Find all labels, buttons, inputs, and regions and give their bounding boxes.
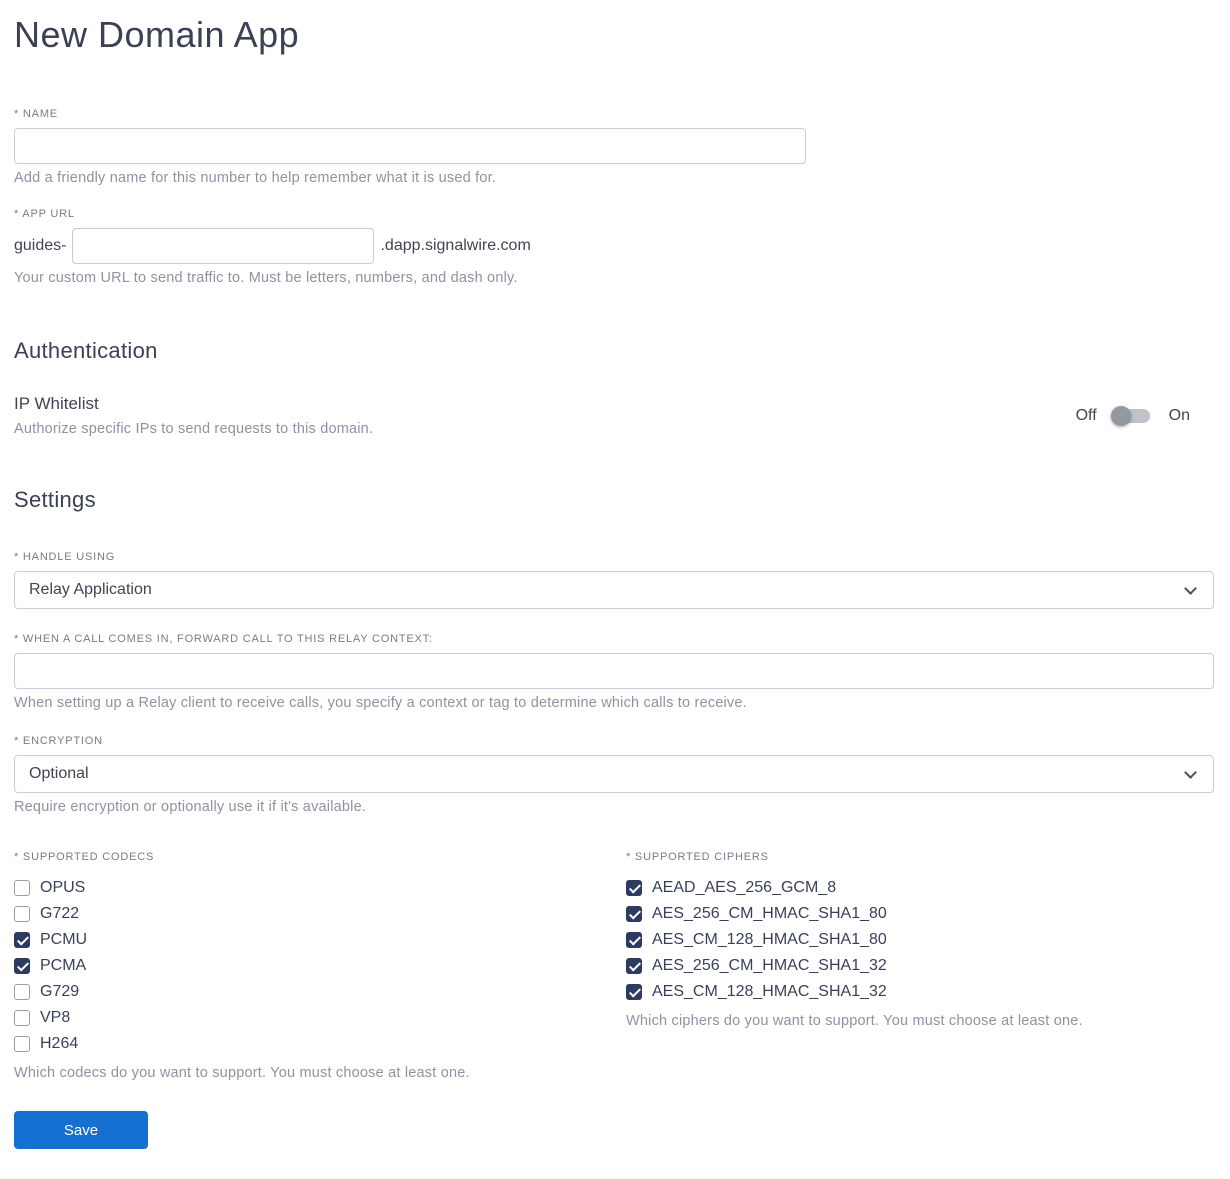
ip-whitelist-toggle-group: Off On [1076,405,1190,427]
ciphers-list: AEAD_AES_256_GCM_8 AES_256_CM_HMAC_SHA1_… [626,875,1214,1005]
checkbox-icon[interactable] [14,984,30,1000]
checkbox-icon[interactable] [14,932,30,948]
encryption-helper: Require encryption or optionally use it … [14,799,367,815]
checkbox-icon[interactable] [14,1036,30,1052]
app-url-helper: Your custom URL to send traffic to. Must… [14,270,518,286]
codec-option-pcmu[interactable]: PCMU [14,927,626,953]
app-url-field-group: * APP URL guides- .dapp.signalwire.com Y… [14,208,1214,286]
checkbox-icon[interactable] [626,906,642,922]
relay-context-group: * WHEN A CALL COMES IN, FORWARD CALL TO … [14,633,1214,711]
cipher-option-label: AES_256_CM_HMAC_SHA1_80 [652,905,887,922]
handle-using-label: * HANDLE USING [14,551,116,563]
encryption-group: * ENCRYPTION Optional Require encryption… [14,735,1214,815]
checkbox-icon[interactable] [626,958,642,974]
page-title: New Domain App [14,14,300,55]
codec-option-label: G722 [40,905,80,922]
ip-whitelist-label: IP Whitelist [14,394,99,413]
codec-option-h264[interactable]: H264 [14,1031,626,1057]
codec-option-label: G729 [40,983,80,1000]
encryption-select[interactable]: Optional [14,755,1214,793]
checkbox-icon[interactable] [626,984,642,1000]
handle-using-group: * HANDLE USING Relay Application [14,551,1214,609]
app-url-suffix: .dapp.signalwire.com [380,237,531,254]
handle-using-value: Relay Application [29,581,152,598]
codecs-helper: Which codecs do you want to support. You… [14,1065,470,1081]
chevron-down-icon [1184,582,1197,595]
cipher-option-aead-aes-256-gcm-8[interactable]: AEAD_AES_256_GCM_8 [626,875,1214,901]
checkbox-icon[interactable] [14,906,30,922]
ciphers-column: * SUPPORTED CIPHERS AEAD_AES_256_GCM_8 A… [626,851,1214,1029]
cipher-option-aes-256-cm-hmac-sha1-80[interactable]: AES_256_CM_HMAC_SHA1_80 [626,901,1214,927]
app-url-prefix: guides- [14,237,67,254]
app-url-input[interactable] [72,228,375,264]
codec-option-vp8[interactable]: VP8 [14,1005,626,1031]
ip-whitelist-text: IP Whitelist Authorize specific IPs to s… [14,394,373,437]
cipher-option-label: AES_CM_128_HMAC_SHA1_32 [652,983,887,1000]
name-field-group: * NAME Add a friendly name for this numb… [14,108,1214,186]
codec-option-label: H264 [40,1035,79,1052]
codec-option-g722[interactable]: G722 [14,901,626,927]
codec-option-pcma[interactable]: PCMA [14,953,626,979]
settings-heading: Settings [14,487,96,512]
save-button[interactable]: Save [14,1111,148,1149]
codec-option-label: VP8 [40,1009,71,1026]
new-domain-app-page: New Domain App * NAME Add a friendly nam… [0,0,1230,1179]
codec-option-label: OPUS [40,879,86,896]
chevron-down-icon [1184,766,1197,779]
checkbox-icon[interactable] [14,880,30,896]
ip-whitelist-toggle[interactable] [1110,405,1155,427]
name-helper: Add a friendly name for this number to h… [14,170,497,186]
relay-context-label: * WHEN A CALL COMES IN, FORWARD CALL TO … [14,633,433,645]
cipher-option-label: AES_256_CM_HMAC_SHA1_32 [652,957,887,974]
ip-whitelist-helper: Authorize specific IPs to send requests … [14,421,374,437]
ip-whitelist-row: IP Whitelist Authorize specific IPs to s… [14,394,1214,437]
app-url-row: guides- .dapp.signalwire.com [14,228,1214,264]
toggle-off-label: Off [1075,406,1097,424]
codec-option-label: PCMU [40,931,88,948]
toggle-knob-icon [1110,405,1131,426]
cipher-option-aes-256-cm-hmac-sha1-32[interactable]: AES_256_CM_HMAC_SHA1_32 [626,953,1214,979]
checkbox-icon[interactable] [14,958,30,974]
name-input[interactable] [14,128,806,164]
codecs-list: OPUS G722 PCMU PCMA G729 VP8 H264 [14,875,626,1057]
checkbox-icon[interactable] [626,880,642,896]
name-label: * NAME [14,108,58,120]
ciphers-helper: Which ciphers do you want to support. Yo… [626,1013,1083,1029]
relay-context-input[interactable] [14,653,1214,689]
codecs-column: * SUPPORTED CODECS OPUS G722 PCMU PCMA G… [14,851,626,1081]
checkbox-icon[interactable] [14,1010,30,1026]
codec-option-opus[interactable]: OPUS [14,875,626,901]
codec-option-label: PCMA [40,957,87,974]
codecs-label: * SUPPORTED CODECS [14,851,155,863]
cipher-option-label: AEAD_AES_256_GCM_8 [652,879,837,896]
codecs-ciphers-grid: * SUPPORTED CODECS OPUS G722 PCMU PCMA G… [14,851,1214,1081]
authentication-heading: Authentication [14,338,158,363]
handle-using-select[interactable]: Relay Application [14,571,1214,609]
encryption-label: * ENCRYPTION [14,735,103,747]
relay-context-helper: When setting up a Relay client to receiv… [14,695,747,711]
app-url-label: * APP URL [14,208,75,220]
codec-option-g729[interactable]: G729 [14,979,626,1005]
cipher-option-aes-cm-128-hmac-sha1-32[interactable]: AES_CM_128_HMAC_SHA1_32 [626,979,1214,1005]
toggle-on-label: On [1168,406,1190,424]
checkbox-icon[interactable] [626,932,642,948]
encryption-value: Optional [29,765,89,782]
cipher-option-aes-cm-128-hmac-sha1-80[interactable]: AES_CM_128_HMAC_SHA1_80 [626,927,1214,953]
cipher-option-label: AES_CM_128_HMAC_SHA1_80 [652,931,887,948]
ciphers-label: * SUPPORTED CIPHERS [626,851,769,863]
